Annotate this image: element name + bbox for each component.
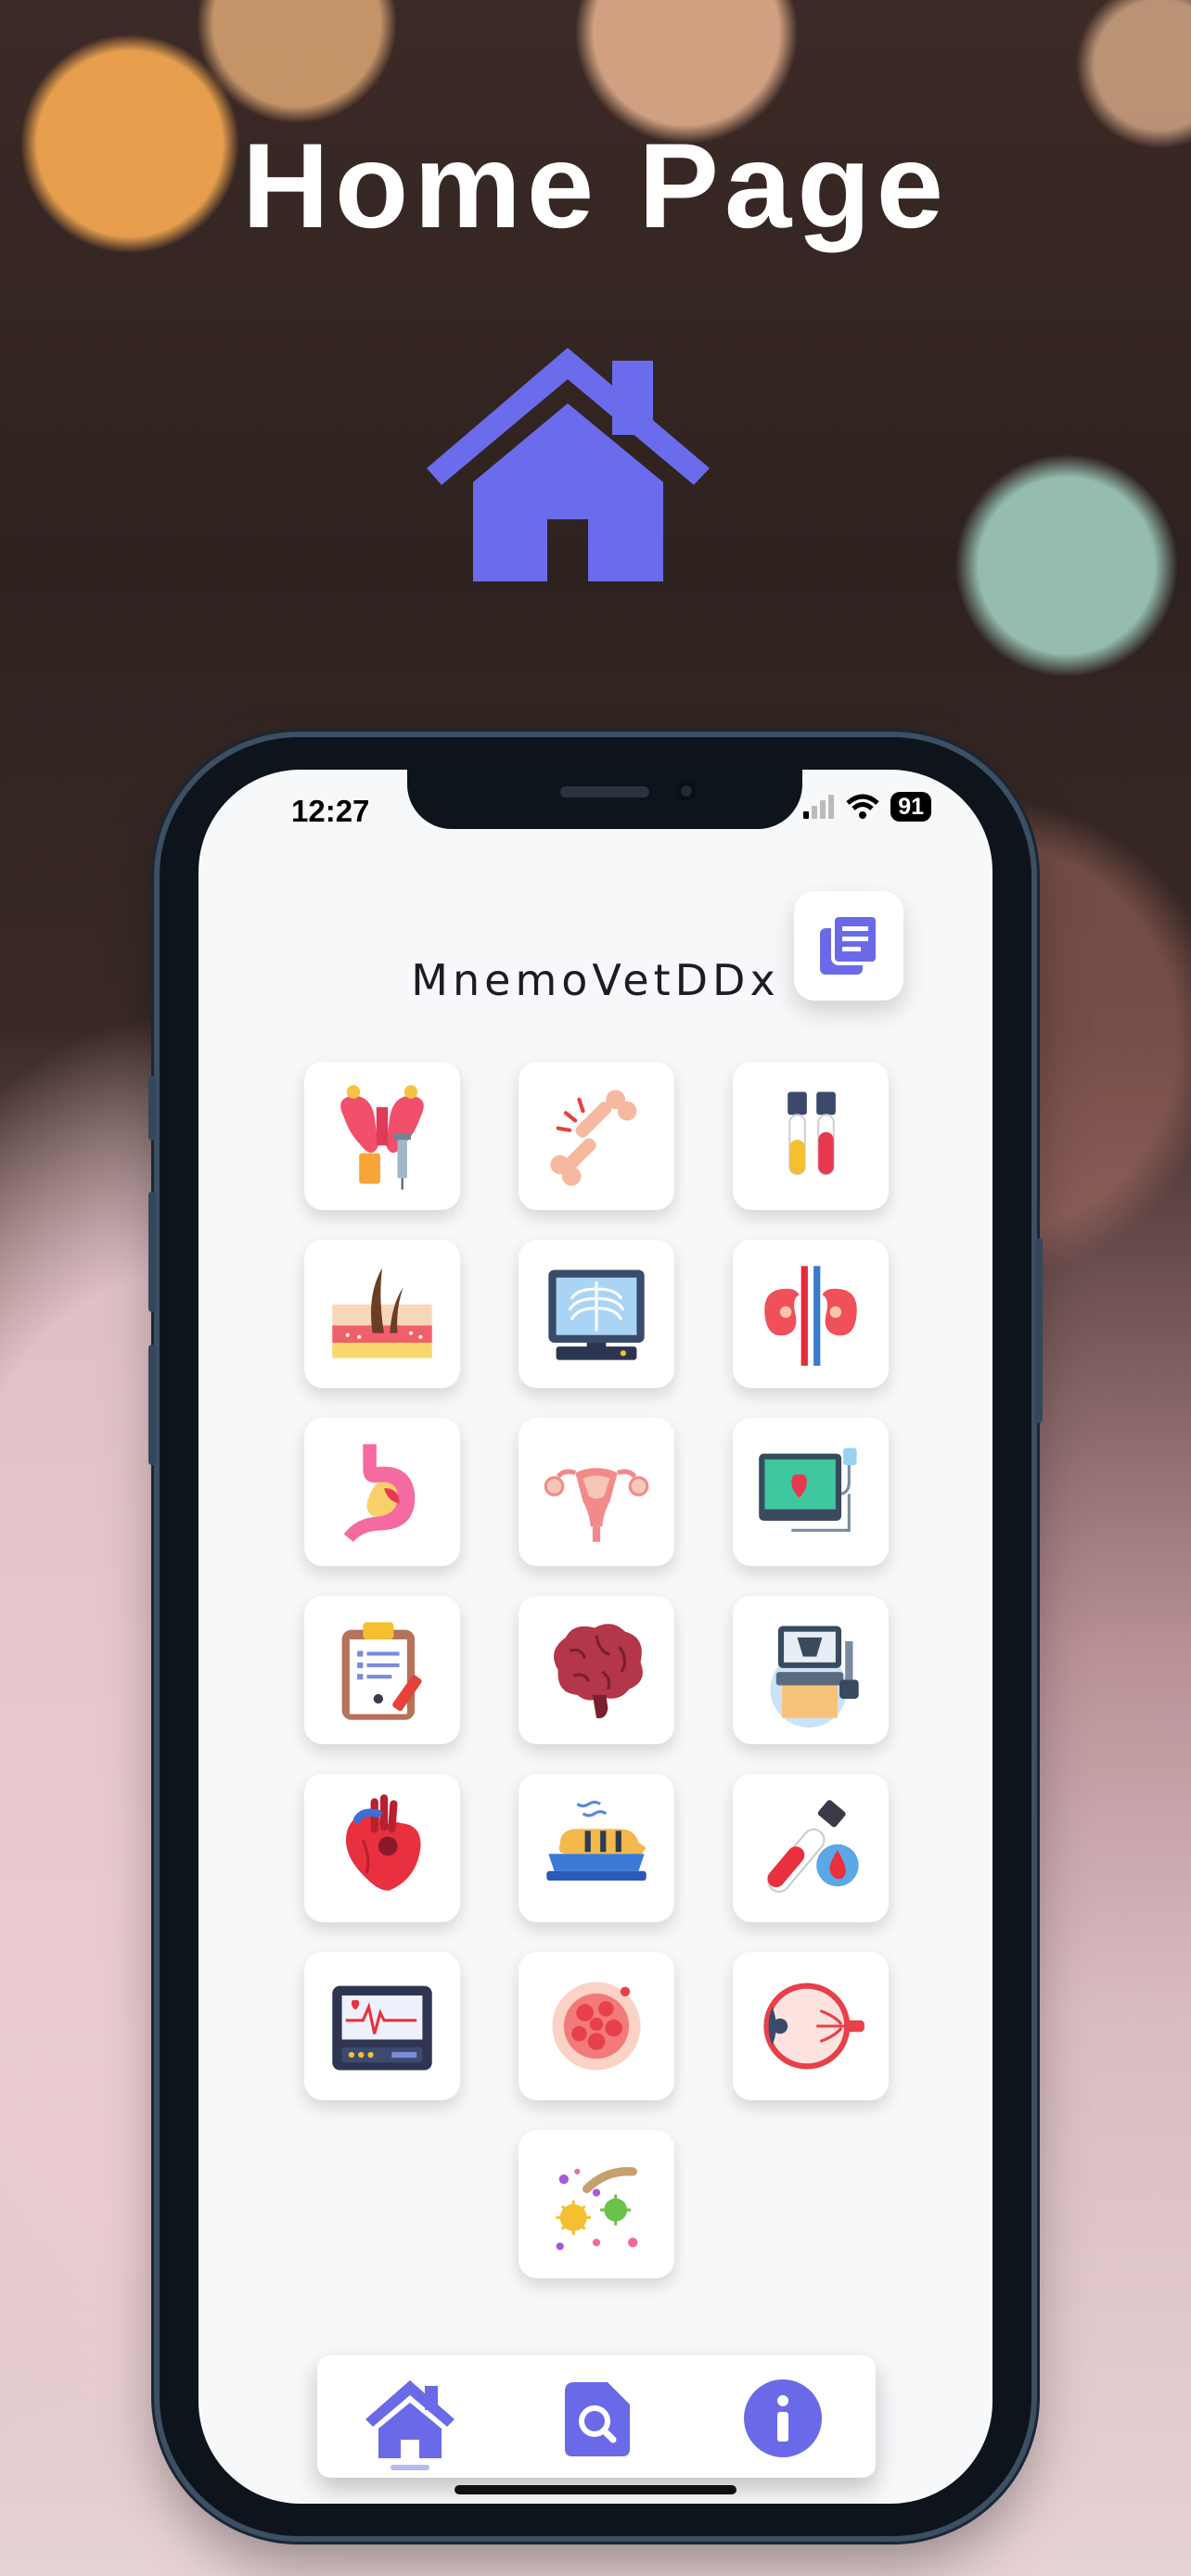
- ecg-monitor-icon: [759, 1447, 857, 1532]
- tab-info[interactable]: [732, 2372, 834, 2465]
- home-icon: [427, 348, 710, 581]
- phone-screen: 12:27 91 MnemoVetDDx: [198, 770, 992, 2504]
- tab-search[interactable]: [545, 2372, 647, 2465]
- kidneys-icon: [764, 1266, 857, 1366]
- tile-xray[interactable]: [519, 1240, 674, 1388]
- tile-cell[interactable]: [519, 1952, 674, 2100]
- tile-heart[interactable]: [304, 1774, 460, 1922]
- ultrasound-machine-icon: [770, 1626, 859, 1728]
- mute-switch: [148, 1076, 156, 1141]
- tile-endocrine[interactable]: [304, 1062, 460, 1210]
- cell-icon: [552, 1982, 641, 2071]
- tile-eye[interactable]: [733, 1952, 889, 2100]
- status-time: 12:27: [291, 794, 370, 828]
- tile-microbes[interactable]: [519, 2130, 674, 2278]
- tile-blood-test[interactable]: [733, 1774, 889, 1922]
- signal-icon: [803, 795, 835, 819]
- camera: [676, 781, 697, 801]
- blood-test-icon: [767, 1800, 859, 1893]
- battery-indicator: 91: [890, 792, 931, 822]
- heart-icon: [345, 1794, 421, 1891]
- tile-bone-fracture[interactable]: [519, 1062, 674, 1210]
- blood-tubes-icon: [788, 1091, 836, 1176]
- phone-frame: 12:27 91 MnemoVetDDx: [148, 737, 1043, 2536]
- volume-down-button: [148, 1345, 156, 1465]
- tile-brain[interactable]: [519, 1596, 674, 1744]
- xray-monitor-icon: [548, 1269, 645, 1360]
- uterus-icon: [544, 1468, 649, 1542]
- bone-fracture-icon: [550, 1090, 637, 1186]
- tile-blood-tubes[interactable]: [733, 1062, 889, 1210]
- tile-uterus[interactable]: [519, 1418, 674, 1566]
- home-indicator[interactable]: [455, 2485, 736, 2494]
- list-menu-button[interactable]: [794, 891, 903, 1001]
- endocrine-icon: [340, 1085, 424, 1190]
- active-tab-indicator: [391, 2465, 429, 2470]
- clipboard-icon: [341, 1622, 422, 1720]
- tile-ecg[interactable]: [733, 1418, 889, 1566]
- eye-icon: [763, 1983, 864, 2070]
- notch: [407, 770, 802, 829]
- home-tab-icon: [365, 2380, 455, 2458]
- brain-icon: [554, 1624, 643, 1718]
- microbes-icon: [556, 2167, 638, 2251]
- tile-skin[interactable]: [304, 1240, 460, 1388]
- tile-stomach[interactable]: [304, 1418, 460, 1566]
- animal-bath-icon: [546, 1800, 647, 1881]
- skin-icon: [332, 1268, 432, 1358]
- page-headline: Home Page: [241, 118, 950, 253]
- status-icons: 91: [803, 792, 931, 822]
- tile-ultrasound[interactable]: [733, 1596, 889, 1744]
- stomach-icon: [343, 1444, 416, 1542]
- document-list-icon: [820, 913, 879, 975]
- tile-kidneys[interactable]: [733, 1240, 889, 1388]
- tab-home[interactable]: [359, 2372, 461, 2465]
- search-tab-icon: [565, 2382, 630, 2456]
- power-button: [1035, 1238, 1043, 1423]
- vital-monitor-icon: [332, 1985, 432, 2071]
- wifi-icon: [846, 794, 879, 819]
- speaker: [560, 786, 649, 797]
- tile-vital-monitor[interactable]: [304, 1952, 460, 2100]
- tile-animal-bath[interactable]: [519, 1774, 674, 1922]
- info-tab-icon: [744, 2379, 822, 2457]
- bottom-tab-bar: [317, 2355, 876, 2478]
- volume-up-button: [148, 1192, 156, 1312]
- tile-clipboard[interactable]: [304, 1596, 460, 1744]
